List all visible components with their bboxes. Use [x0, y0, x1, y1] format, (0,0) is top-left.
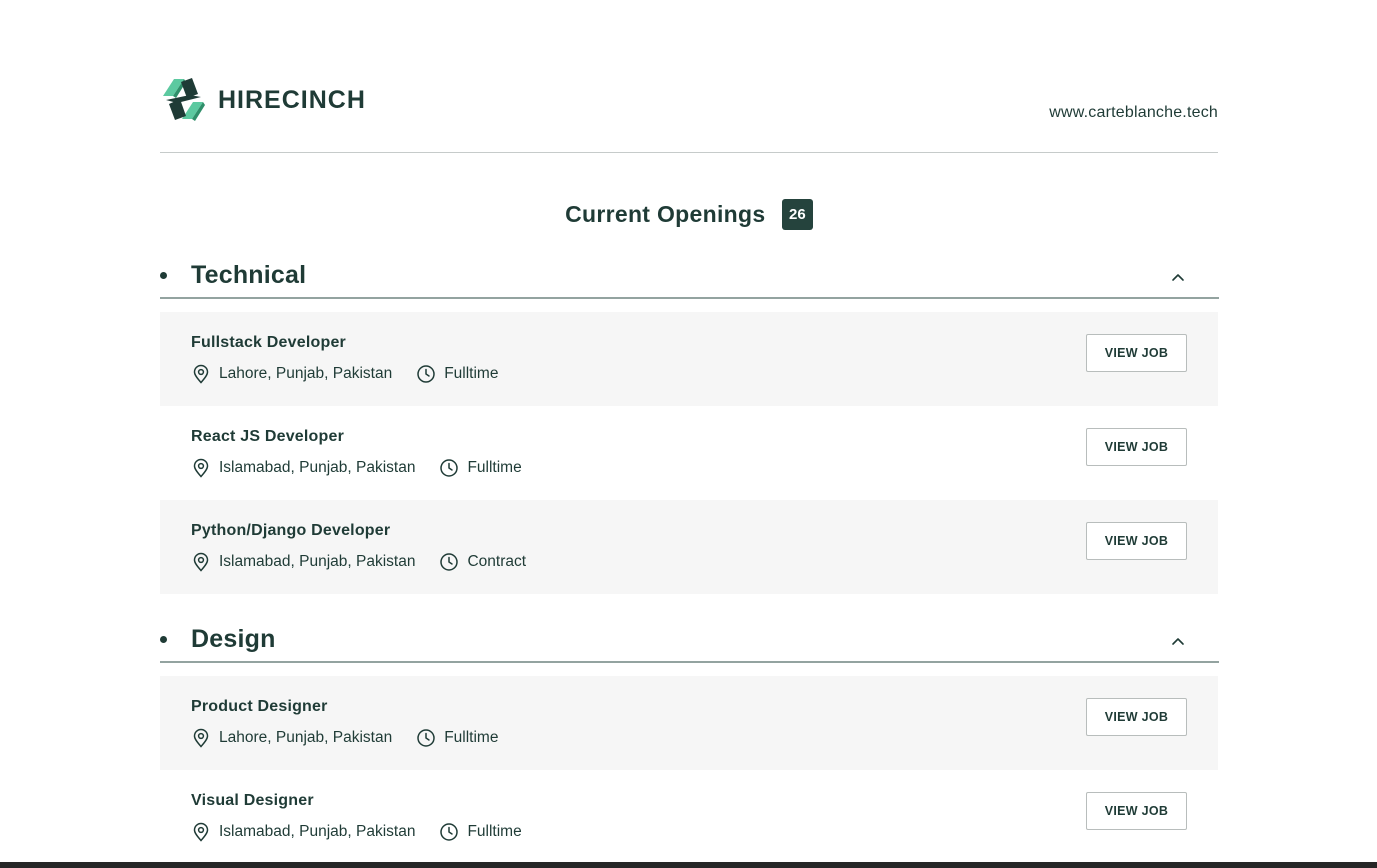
- category-divider: [160, 661, 1219, 663]
- job-location: Islamabad, Punjab, Pakistan: [219, 459, 416, 476]
- view-job-button[interactable]: VIEW JOB: [1086, 698, 1187, 736]
- job-location: Lahore, Punjab, Pakistan: [219, 365, 393, 382]
- map-pin-icon: [193, 458, 209, 478]
- hirecinch-logo[interactable]: [160, 76, 206, 122]
- brand-name: HIRECINCH: [218, 86, 366, 114]
- map-pin-icon: [193, 552, 209, 572]
- job-title: Visual Designer: [191, 792, 314, 809]
- chevron-up-icon[interactable]: [1168, 631, 1188, 651]
- job-title: Python/Django Developer: [191, 522, 391, 539]
- job-meta: Lahore, Punjab, Pakistan Fulltime: [191, 727, 498, 749]
- job-meta: Islamabad, Punjab, Pakistan Fulltime: [191, 821, 522, 843]
- category-name: Design: [191, 625, 276, 653]
- view-job-button[interactable]: VIEW JOB: [1086, 792, 1187, 830]
- clock-icon: [440, 553, 459, 571]
- category-name: Technical: [191, 261, 307, 289]
- category-divider: [160, 297, 1219, 299]
- category-header-technical[interactable]: Technical: [160, 251, 1219, 299]
- category-header-design[interactable]: Design: [160, 615, 1219, 663]
- job-title: Fullstack Developer: [191, 334, 346, 351]
- job-type: Contract: [467, 553, 527, 570]
- job-title: Product Designer: [191, 698, 328, 715]
- job-location: Islamabad, Punjab, Pakistan: [219, 823, 416, 840]
- job-type: Fulltime: [467, 459, 522, 476]
- chevron-up-icon[interactable]: [1168, 267, 1188, 287]
- job-meta: Islamabad, Punjab, Pakistan Contract: [191, 551, 526, 573]
- job-row: Python/Django Developer Islamabad, Punja…: [160, 500, 1218, 594]
- view-job-button[interactable]: VIEW JOB: [1086, 428, 1187, 466]
- openings-title: Current Openings: [565, 201, 766, 227]
- clock-icon: [417, 729, 435, 747]
- bottom-bar: [0, 862, 1377, 868]
- job-row: Fullstack Developer Lahore, Punjab, Paki…: [160, 312, 1218, 406]
- clock-icon: [440, 459, 459, 477]
- job-meta: Lahore, Punjab, Pakistan Fulltime: [191, 363, 498, 385]
- map-pin-icon: [193, 364, 209, 384]
- view-job-button[interactable]: VIEW JOB: [1086, 522, 1187, 560]
- openings-count-badge: 26: [781, 199, 813, 230]
- openings-heading: Current Openings 26: [160, 199, 1218, 231]
- job-type: Fulltime: [467, 823, 522, 840]
- job-meta: Islamabad, Punjab, Pakistan Fulltime: [191, 457, 522, 479]
- website-link[interactable]: www.carteblanche.tech: [1049, 104, 1218, 122]
- view-job-button[interactable]: VIEW JOB: [1086, 334, 1187, 372]
- map-pin-icon: [193, 728, 209, 748]
- job-location: Islamabad, Punjab, Pakistan: [219, 553, 416, 570]
- category-bullet: [160, 636, 167, 643]
- category-bullet: [160, 272, 167, 279]
- job-location: Lahore, Punjab, Pakistan: [219, 729, 393, 746]
- job-title: React JS Developer: [191, 428, 345, 445]
- map-pin-icon: [193, 822, 209, 842]
- job-type: Fulltime: [444, 365, 499, 382]
- clock-icon: [440, 823, 459, 841]
- header-divider: [160, 152, 1218, 153]
- job-row: React JS Developer Islamabad, Punjab, Pa…: [160, 406, 1218, 500]
- clock-icon: [417, 365, 435, 383]
- site-header: HIRECINCH www.carteblanche.tech: [160, 76, 1218, 124]
- job-row: Product Designer Lahore, Punjab, Pakista…: [160, 676, 1218, 770]
- job-type: Fulltime: [444, 729, 499, 746]
- job-row: Visual Designer Islamabad, Punjab, Pakis…: [160, 770, 1218, 864]
